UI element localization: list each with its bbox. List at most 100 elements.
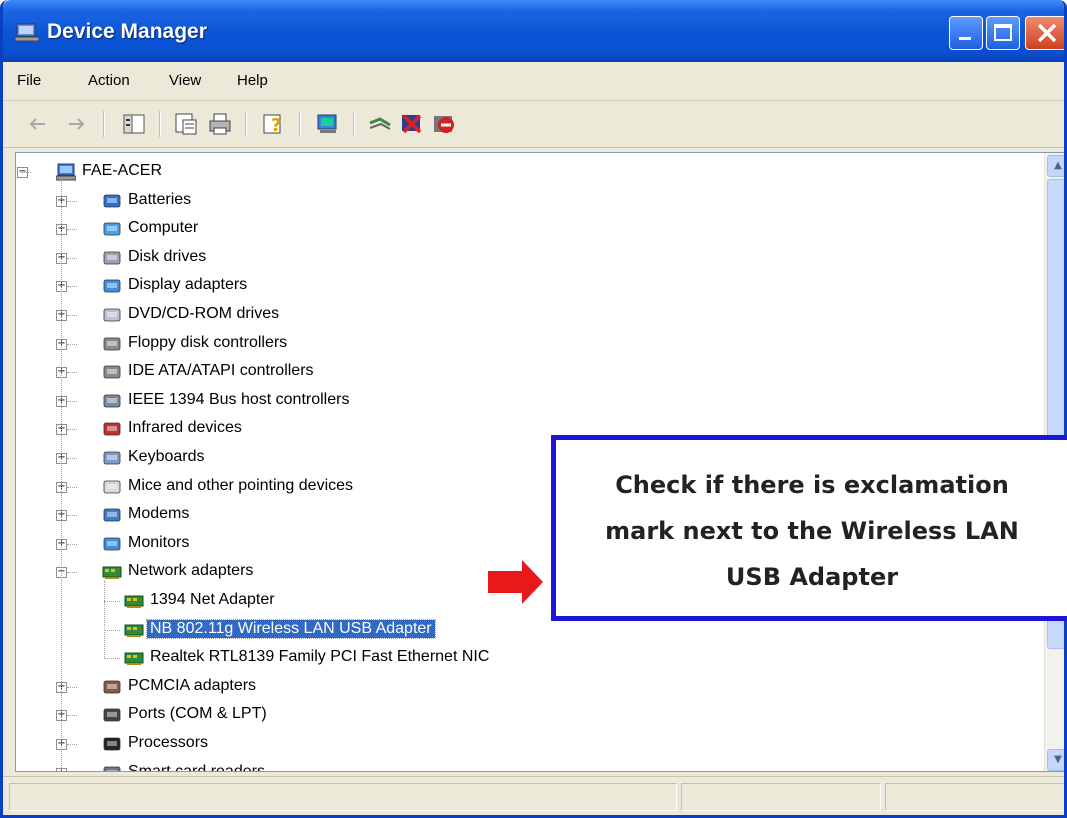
tree-connector bbox=[104, 658, 120, 660]
menu-file[interactable]: File bbox=[17, 72, 41, 89]
tree-category-label: DVD/CD-ROM drives bbox=[128, 305, 280, 322]
tree-category-label: Network adapters bbox=[128, 562, 254, 580]
close-button[interactable] bbox=[1025, 16, 1064, 50]
tree-device-item[interactable]: Realtek RTL8139 Family PCI Fast Ethernet… bbox=[16, 645, 1036, 671]
computer-icon[interactable] bbox=[315, 111, 341, 137]
mouse-icon bbox=[103, 480, 121, 493]
instruction-callout: Check if there is exclamation mark next … bbox=[551, 435, 1067, 621]
network-adapter-icon bbox=[124, 624, 144, 637]
uninstall-icon[interactable] bbox=[399, 111, 425, 137]
tree-category-item[interactable]: + Processors bbox=[16, 731, 1036, 757]
tree-category-label: Disk drives bbox=[128, 247, 207, 265]
tree-root[interactable]: − FAE-ACER bbox=[16, 159, 1036, 185]
close-icon bbox=[1037, 23, 1057, 43]
tree-root-label: FAE-ACER bbox=[82, 162, 163, 179]
ide-controller-icon bbox=[103, 365, 121, 379]
tree-category-item[interactable]: + IDE ATA/ATAPI controllers bbox=[16, 359, 1036, 385]
tree-connector bbox=[104, 629, 120, 631]
pcmcia-icon bbox=[103, 680, 121, 694]
tree-device-label: NB 802.11g Wireless LAN USB Adapter bbox=[146, 618, 436, 639]
device-manager-icon bbox=[15, 23, 40, 42]
network-adapter-icon bbox=[124, 595, 144, 608]
tree-category-item[interactable]: + Ports (COM & LPT) bbox=[16, 702, 1036, 728]
dvd-icon bbox=[103, 308, 121, 322]
title-bar[interactable]: Device Manager bbox=[3, 0, 1064, 62]
tree-category-item[interactable]: + Computer bbox=[16, 216, 1036, 242]
tree-connector bbox=[67, 515, 77, 517]
tree-connector bbox=[67, 372, 77, 374]
port-icon bbox=[103, 708, 121, 722]
ieee1394-icon bbox=[103, 394, 121, 408]
tree-category-label: Processors bbox=[128, 734, 209, 751]
tree-connector bbox=[67, 458, 77, 459]
scan-hardware-icon[interactable] bbox=[367, 111, 393, 137]
back-icon[interactable] bbox=[25, 111, 51, 137]
monitor-icon bbox=[103, 537, 121, 551]
callout-line: USB Adapter bbox=[725, 563, 899, 591]
tree-device-label: Realtek RTL8139 Family PCI Fast Ethernet… bbox=[150, 648, 490, 666]
tree-connector bbox=[67, 400, 77, 402]
tree-category-item[interactable]: + Floppy disk controllers bbox=[16, 331, 1036, 357]
status-pane-3 bbox=[885, 783, 1064, 811]
computer-icon bbox=[103, 222, 121, 236]
display-adapter-icon bbox=[103, 279, 121, 293]
disable-icon[interactable] bbox=[431, 111, 457, 137]
callout-line: mark next to the Wireless LAN bbox=[605, 517, 1019, 545]
callout-line: Check if there is exclamation bbox=[615, 471, 1009, 499]
minimize-button[interactable] bbox=[949, 16, 983, 50]
tree-category-label: Keyboards bbox=[128, 448, 205, 465]
tree-category-label: Display adapters bbox=[128, 276, 248, 294]
properties-icon[interactable] bbox=[173, 111, 199, 137]
tree-device-label: 1394 Net Adapter bbox=[150, 591, 275, 608]
menu-action[interactable]: Action bbox=[88, 72, 130, 89]
tree-connector bbox=[67, 715, 77, 717]
tree-connector bbox=[104, 601, 120, 602]
tree-connector bbox=[67, 286, 77, 288]
callout-text: Check if there is exclamation mark next … bbox=[556, 462, 1067, 600]
tree-category-item[interactable]: + DVD/CD-ROM drives bbox=[16, 302, 1036, 328]
disk-drive-icon bbox=[103, 251, 121, 265]
console-tree-icon[interactable] bbox=[121, 111, 147, 137]
tree-connector bbox=[67, 744, 77, 745]
tree-category-label: Smart card readers bbox=[128, 762, 265, 772]
red-arrow-icon bbox=[488, 560, 543, 604]
tree-category-label: Ports (COM & LPT) bbox=[128, 705, 267, 723]
tree-connector bbox=[67, 686, 77, 688]
toolbar-separator bbox=[103, 111, 105, 137]
battery-icon bbox=[103, 194, 121, 207]
tree-connector bbox=[67, 229, 77, 231]
status-bar bbox=[3, 776, 1064, 815]
infrared-icon bbox=[103, 422, 121, 436]
window-title: Device Manager bbox=[47, 20, 207, 43]
minimize-icon bbox=[959, 37, 971, 40]
print-icon[interactable] bbox=[207, 111, 233, 137]
tree-category-label: Computer bbox=[128, 219, 199, 237]
tree-category-label: Floppy disk controllers bbox=[128, 333, 288, 351]
toolbar-separator bbox=[299, 111, 301, 137]
forward-icon[interactable] bbox=[63, 111, 89, 137]
tree-category-item[interactable]: + Batteries bbox=[16, 188, 1036, 214]
scroll-up-button[interactable]: ▲ bbox=[1047, 155, 1064, 177]
svg-text:?: ? bbox=[271, 115, 281, 136]
tree-category-label: Batteries bbox=[128, 190, 192, 208]
computer-root-icon bbox=[56, 163, 76, 181]
tree-connector bbox=[67, 486, 77, 488]
menu-help[interactable]: Help bbox=[237, 72, 268, 89]
tree-connector bbox=[61, 179, 62, 771]
maximize-button[interactable] bbox=[986, 16, 1020, 50]
tree-connector bbox=[67, 572, 77, 574]
scroll-down-button[interactable]: ▼ bbox=[1047, 749, 1064, 771]
keyboard-icon bbox=[103, 451, 121, 465]
processor-icon bbox=[103, 737, 121, 751]
status-pane-2 bbox=[681, 783, 881, 811]
menu-view[interactable]: View bbox=[169, 72, 201, 89]
tree-category-label: Monitors bbox=[128, 533, 190, 551]
tree-category-item[interactable]: +Smart card readers bbox=[16, 760, 1036, 772]
tree-category-item[interactable]: + Disk drives bbox=[16, 245, 1036, 271]
maximize-icon bbox=[994, 24, 1012, 41]
toolbar-separator bbox=[353, 111, 355, 137]
tree-category-item[interactable]: + IEEE 1394 Bus host controllers bbox=[16, 388, 1036, 414]
help-icon[interactable]: ? bbox=[261, 111, 287, 137]
tree-category-item[interactable]: + Display adapters bbox=[16, 273, 1036, 299]
tree-category-item[interactable]: + PCMCIA adapters bbox=[16, 674, 1036, 700]
